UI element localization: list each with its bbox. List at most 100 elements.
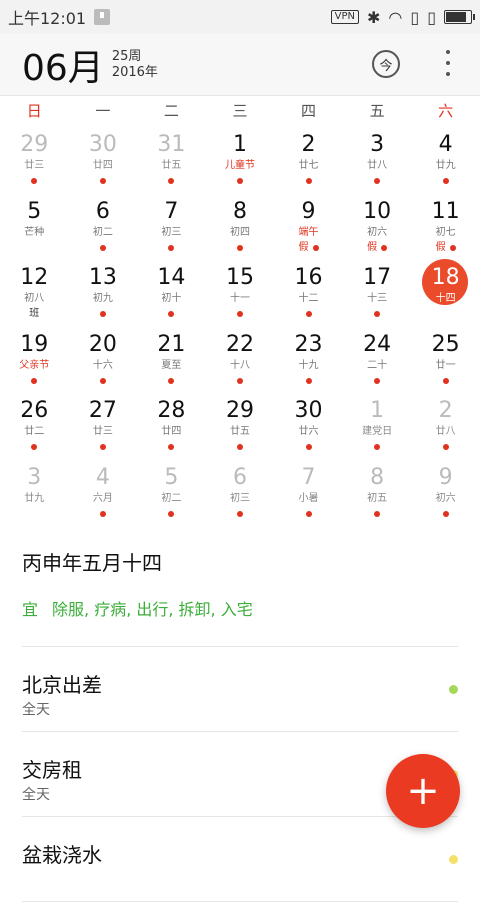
lunar-day: 十八 [229, 359, 250, 371]
day-marks [206, 508, 275, 520]
status-time: 上午12:01 [8, 9, 87, 28]
day-cell[interactable]: 2 廿八 [411, 390, 480, 457]
lunar-day: 廿四 [92, 160, 113, 171]
day-cell[interactable]: 30 廿六 [274, 390, 343, 457]
day-number: 30 [88, 132, 117, 157]
day-cell[interactable]: 30 廿四 [69, 124, 138, 191]
day-marks: 假 [343, 242, 412, 254]
day-number: 17 [363, 265, 392, 290]
day-cell[interactable]: 9 端午假 [274, 191, 343, 258]
more-menu-button[interactable] [440, 48, 456, 78]
day-cell[interactable]: 5 初二 [137, 457, 206, 524]
day-cell[interactable]: 1 儿童节 [206, 124, 275, 191]
day-cell[interactable]: 14 初十 [137, 257, 206, 324]
day-cell[interactable]: 26 廿二 [0, 390, 69, 457]
day-marks [343, 175, 412, 187]
day-number: 29 [20, 132, 49, 157]
event-dot [374, 444, 381, 450]
day-cell[interactable]: 9 初六 [411, 457, 480, 524]
lunar-day: 十一 [229, 293, 250, 304]
day-number: 9 [301, 198, 316, 224]
day-cell[interactable]: 4 廿九 [411, 124, 480, 191]
day-cell[interactable]: 6 初三 [206, 457, 275, 524]
day-cell[interactable]: 15 十一 [206, 257, 275, 324]
day-number: 2 [301, 132, 316, 157]
day-cell[interactable]: 7 小暑 [274, 457, 343, 524]
day-cell[interactable]: 10 初六假 [343, 191, 412, 258]
day-cell[interactable]: 3 廿八 [343, 124, 412, 191]
day-cell[interactable]: 4 六月 [69, 457, 138, 524]
lunar-day: 廿七 [298, 160, 319, 171]
day-number: 22 [225, 331, 254, 357]
lunar-day: 廿五 [161, 160, 182, 171]
event-dot [305, 510, 312, 517]
today-button[interactable]: 今 [372, 50, 400, 78]
weekday-label: 日 [26, 101, 42, 120]
day-cell[interactable]: 29 廿五 [206, 390, 275, 457]
day-cell[interactable]: 13 初九 [69, 257, 138, 324]
day-cell[interactable]: 21 夏至 [137, 324, 206, 391]
day-marks: 班 [0, 308, 69, 320]
day-cell[interactable]: 5 芒种 [0, 191, 69, 258]
event-dot [168, 178, 175, 184]
day-cell[interactable]: 27 廿三 [69, 390, 138, 457]
day-cell[interactable]: 6 初二 [69, 191, 138, 258]
weekday-label: 六 [438, 101, 454, 120]
day-number: 1 [370, 398, 385, 423]
day-cell[interactable]: 8 初五 [343, 457, 412, 524]
day-cell[interactable]: 29 廿三 [0, 124, 69, 191]
day-cell[interactable]: 23 十九 [274, 324, 343, 391]
lunar-day: 廿八 [435, 426, 456, 437]
event-dot [168, 510, 175, 517]
week-row: 3 廿九 4 六月 5 初二 6 初三 7 小暑 8 初五 9 初六 [0, 457, 480, 524]
event-color-dot [449, 685, 458, 694]
event-dot [31, 178, 38, 184]
weekday-label: 一 [95, 101, 111, 120]
event-item[interactable]: 盆栽浇水 [22, 817, 458, 902]
day-cell[interactable]: 28 廿四 [137, 390, 206, 457]
day-cell[interactable]: 20 十六 [69, 324, 138, 391]
day-cell-selected[interactable]: 18 十四 [411, 257, 480, 324]
day-cell[interactable]: 8 初四 [206, 191, 275, 258]
day-number: 27 [88, 398, 117, 423]
more-dot-icon [446, 50, 450, 54]
day-cell[interactable]: 1 建党日 [343, 390, 412, 457]
month-title[interactable]: 06月 [22, 39, 104, 91]
day-cell[interactable]: 25 廿一 [411, 324, 480, 391]
day-cell[interactable]: 11 初七假 [411, 191, 480, 258]
day-cell[interactable]: 12 初八班 [0, 257, 69, 324]
day-cell[interactable]: 3 廿九 [0, 457, 69, 524]
event-dot [236, 178, 243, 184]
lunar-day: 廿一 [435, 359, 456, 371]
lunar-day: 十四 [435, 293, 456, 304]
day-cell[interactable]: 16 十二 [274, 257, 343, 324]
event-dot [374, 311, 381, 317]
day-cell[interactable]: 22 十八 [206, 324, 275, 391]
event-dot [305, 178, 312, 184]
add-event-button[interactable]: + [386, 754, 460, 828]
today-icon: 今 [379, 58, 393, 74]
day-cell[interactable]: 7 初三 [137, 191, 206, 258]
lunar-day: 初三 [161, 226, 182, 238]
day-number: 18 [431, 265, 460, 290]
week-row: 19 父亲节 20 十六 21 夏至 22 十八 23 十九 24 二十 25 廿一 [0, 324, 480, 391]
day-cell[interactable]: 17 十三 [343, 257, 412, 324]
lunar-day: 小暑 [298, 492, 319, 504]
day-number: 31 [157, 132, 186, 157]
day-cell[interactable]: 2 廿七 [274, 124, 343, 191]
day-cell[interactable]: 19 父亲节 [0, 324, 69, 391]
event-item[interactable]: 北京出差 全天 [22, 647, 458, 732]
day-cell[interactable]: 24 二十 [343, 324, 412, 391]
lunar-day: 建党日 [362, 426, 393, 437]
day-cell[interactable]: 31 廿五 [137, 124, 206, 191]
bluetooth-icon: ✱ [367, 7, 381, 27]
week-row: 5 芒种 6 初二 7 初三 8 初四 9 端午假 10 初六假 11 初七假 [0, 191, 480, 258]
holiday-badge: 假 [435, 241, 446, 253]
day-marks [274, 508, 343, 520]
day-marks [69, 175, 138, 187]
download-icon [94, 9, 111, 25]
event-dot [236, 377, 243, 384]
day-number: 24 [363, 331, 392, 357]
event-title: 交房租 [22, 758, 82, 782]
day-marks [0, 242, 69, 254]
